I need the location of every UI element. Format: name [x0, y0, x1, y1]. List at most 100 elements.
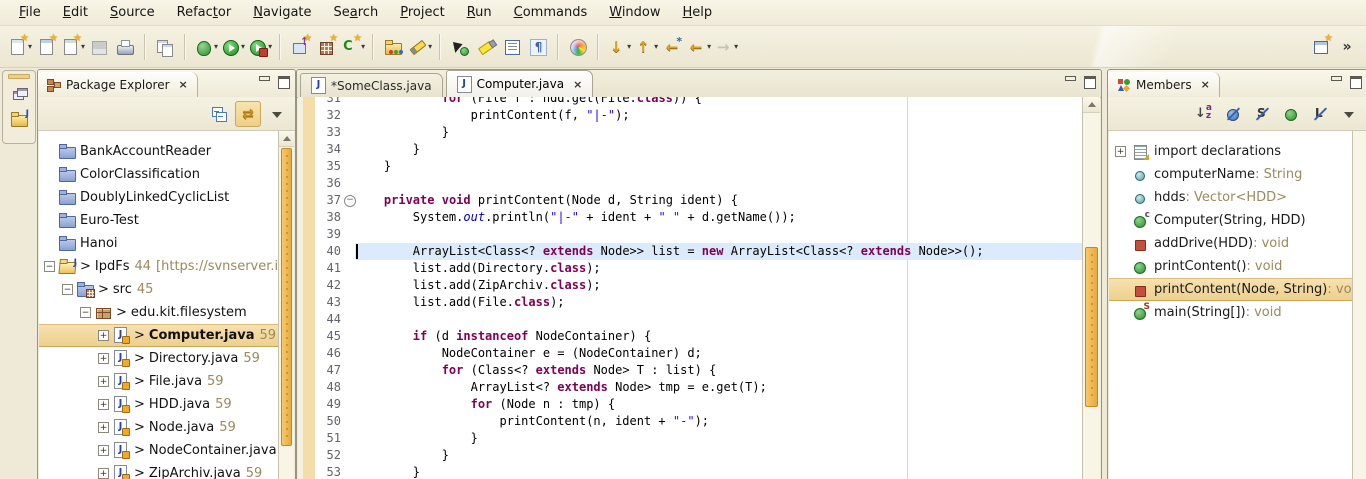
- link-with-editor-button[interactable]: ⇄: [235, 101, 261, 127]
- menu-commands[interactable]: Commands: [503, 2, 599, 23]
- new-wizard-button[interactable]: ★▾: [6, 32, 33, 62]
- tree-item-hanoi[interactable]: Hanoi: [39, 232, 294, 255]
- search-button[interactable]: ▾: [406, 32, 433, 62]
- next-annotation-button[interactable]: ↓▾: [605, 32, 632, 62]
- tree-item-edu-kit-filesystem[interactable]: −>edu.kit.filesystem: [39, 301, 294, 324]
- tree-item-euro-test[interactable]: Euro-Test: [39, 209, 294, 232]
- close-icon[interactable]: ×: [1201, 78, 1210, 91]
- menu-refactor[interactable]: Refactor: [166, 2, 243, 23]
- new-view-button[interactable]: ★: [1308, 32, 1334, 62]
- dropdown-arrow-icon[interactable]: ▾: [241, 42, 245, 51]
- members-minimize-button[interactable]: [1329, 75, 1344, 89]
- member-item-hdds[interactable]: hdds : Vector<HDD>: [1109, 186, 1366, 209]
- dropdown-arrow-icon[interactable]: ▾: [707, 42, 711, 51]
- package-explorer-scrollbar[interactable]: [278, 131, 294, 479]
- editor-scrollbar[interactable]: [1082, 97, 1100, 479]
- members-list[interactable]: +import declarationscomputerName : Strin…: [1109, 131, 1366, 479]
- code-line-32[interactable]: printContent(f, "|-");: [355, 107, 1083, 124]
- code-line-34[interactable]: }: [355, 141, 1083, 158]
- editor-tab-someclass-java[interactable]: J*SomeClass.java: [300, 73, 443, 97]
- folding-ruler[interactable]: −: [343, 97, 355, 479]
- menu-search[interactable]: Search: [323, 2, 390, 23]
- code-text-area[interactable]: for (File f : hdd.get(File.class)) { pri…: [355, 97, 1083, 479]
- collapse-toggle[interactable]: −: [62, 284, 73, 295]
- back-button[interactable]: ←▾: [685, 32, 712, 62]
- line-number-ruler[interactable]: 3132333435363738394041424344454647484950…: [315, 97, 341, 479]
- minimize-button[interactable]: [257, 75, 272, 89]
- code-line-50[interactable]: printContent(n, ident + "-");: [355, 413, 1083, 430]
- code-line-48[interactable]: ArrayList<? extends Node> tmp = e.get(T)…: [355, 379, 1083, 396]
- code-line-45[interactable]: if (d instanceof NodeContainer) {: [355, 328, 1083, 345]
- tree-item-bankaccountreader[interactable]: BankAccountReader: [39, 140, 294, 163]
- code-line-51[interactable]: }: [355, 430, 1083, 447]
- dropdown-arrow-icon[interactable]: ▾: [627, 42, 631, 51]
- editor-minimize-button[interactable]: [1063, 75, 1078, 89]
- hide-fields-button[interactable]: [1220, 101, 1246, 127]
- expand-toggle[interactable]: +: [98, 330, 109, 341]
- expand-toggle[interactable]: +: [98, 353, 109, 364]
- code-line-35[interactable]: }: [355, 158, 1083, 175]
- code-line-40[interactable]: ArrayList<Class<? extends Node>> list = …: [355, 243, 1083, 260]
- open-type-button[interactable]: [380, 32, 406, 62]
- member-item-printcontent-node-string[interactable]: printContent(Node, String) : void: [1109, 278, 1366, 301]
- member-item-import-declarations[interactable]: +import declarations: [1109, 140, 1366, 163]
- hide-static-button[interactable]: S: [1249, 101, 1275, 127]
- member-item-main-string[interactable]: Smain(String[]) : void: [1109, 301, 1366, 324]
- highlighter-button[interactable]: [473, 32, 499, 62]
- code-line-37[interactable]: private void printContent(Node d, String…: [355, 192, 1083, 209]
- code-line-36[interactable]: [355, 175, 1083, 192]
- code-line-41[interactable]: list.add(Directory.class);: [355, 260, 1083, 277]
- tree-item-hdd-java[interactable]: +J>HDD.java59: [39, 393, 294, 416]
- collapse-all-button[interactable]: [206, 101, 232, 127]
- expand-toggle[interactable]: +: [98, 445, 109, 456]
- compare-documents-button[interactable]: [152, 32, 178, 62]
- maximize-button[interactable]: [276, 75, 291, 89]
- print-button[interactable]: [112, 32, 138, 62]
- code-line-53[interactable]: }: [355, 464, 1083, 479]
- package-explorer-tree[interactable]: BankAccountReaderColorClassificationDoub…: [39, 131, 294, 479]
- expand-toggle[interactable]: +: [98, 468, 109, 479]
- collapse-toggle[interactable]: −: [80, 307, 91, 318]
- code-line-43[interactable]: list.add(File.class);: [355, 294, 1083, 311]
- prev-annotation-button[interactable]: ↑▾: [632, 32, 659, 62]
- tree-item-src[interactable]: −>src45: [39, 278, 294, 301]
- new-folder-button[interactable]: ★▾: [59, 32, 86, 62]
- java-fastview-button[interactable]: J: [7, 107, 31, 131]
- tree-item-ziparchiv-java[interactable]: +J>ZipArchiv.java59: [39, 462, 294, 479]
- tree-item-ipdfs[interactable]: −J>IpdFs44[https://svnserver.i: [39, 255, 294, 278]
- color-ball-button[interactable]: [565, 32, 591, 62]
- sort-button[interactable]: ↓az: [1191, 101, 1217, 127]
- run-button[interactable]: ▾: [219, 32, 246, 62]
- tree-item-colorclassification[interactable]: ColorClassification: [39, 163, 294, 186]
- code-line-46[interactable]: NodeContainer e = (NodeContainer) d;: [355, 345, 1083, 362]
- code-line-42[interactable]: list.add(ZipArchiv.class);: [355, 277, 1083, 294]
- code-line-33[interactable]: }: [355, 124, 1083, 141]
- tree-item-file-java[interactable]: +J>File.java59: [39, 370, 294, 393]
- package-explorer-tab[interactable]: Package Explorer ×: [38, 72, 198, 97]
- editor-tab-computer-java[interactable]: JComputer.java×: [446, 70, 594, 97]
- dropdown-arrow-icon[interactable]: ▾: [268, 42, 272, 51]
- close-icon[interactable]: ×: [573, 78, 582, 91]
- menu-window[interactable]: Window: [598, 2, 671, 23]
- view-menu-button[interactable]: [1336, 101, 1362, 127]
- overflow-button[interactable]: »: [1334, 32, 1360, 62]
- member-item-computername[interactable]: computerName : String: [1109, 163, 1366, 186]
- members-scrollbar[interactable]: [1352, 131, 1366, 479]
- members-maximize-button[interactable]: [1348, 75, 1363, 89]
- view-menu-button[interactable]: [264, 101, 290, 127]
- hide-local-types-button[interactable]: L: [1307, 101, 1333, 127]
- member-item-computer-string-hdd[interactable]: cComputer(String, HDD): [1109, 209, 1366, 232]
- new-class-button[interactable]: C★▾: [339, 32, 366, 62]
- dropdown-arrow-icon[interactable]: ▾: [428, 42, 432, 51]
- menu-project[interactable]: Project: [389, 2, 456, 23]
- scrollbar-thumb[interactable]: [281, 148, 292, 446]
- collapse-toggle[interactable]: −: [44, 261, 55, 272]
- fastview-drag-handle[interactable]: [8, 74, 30, 79]
- tree-item-doublylinkedcycliclist[interactable]: DoublyLinkedCyclicList: [39, 186, 294, 209]
- restore-views-button[interactable]: [7, 83, 31, 107]
- debug-button[interactable]: ▾: [192, 32, 219, 62]
- menu-file[interactable]: File: [8, 2, 52, 23]
- code-line-49[interactable]: for (Node n : tmp) {: [355, 396, 1083, 413]
- menu-navigate[interactable]: Navigate: [242, 2, 322, 23]
- new-project-button[interactable]: ★: [33, 32, 59, 62]
